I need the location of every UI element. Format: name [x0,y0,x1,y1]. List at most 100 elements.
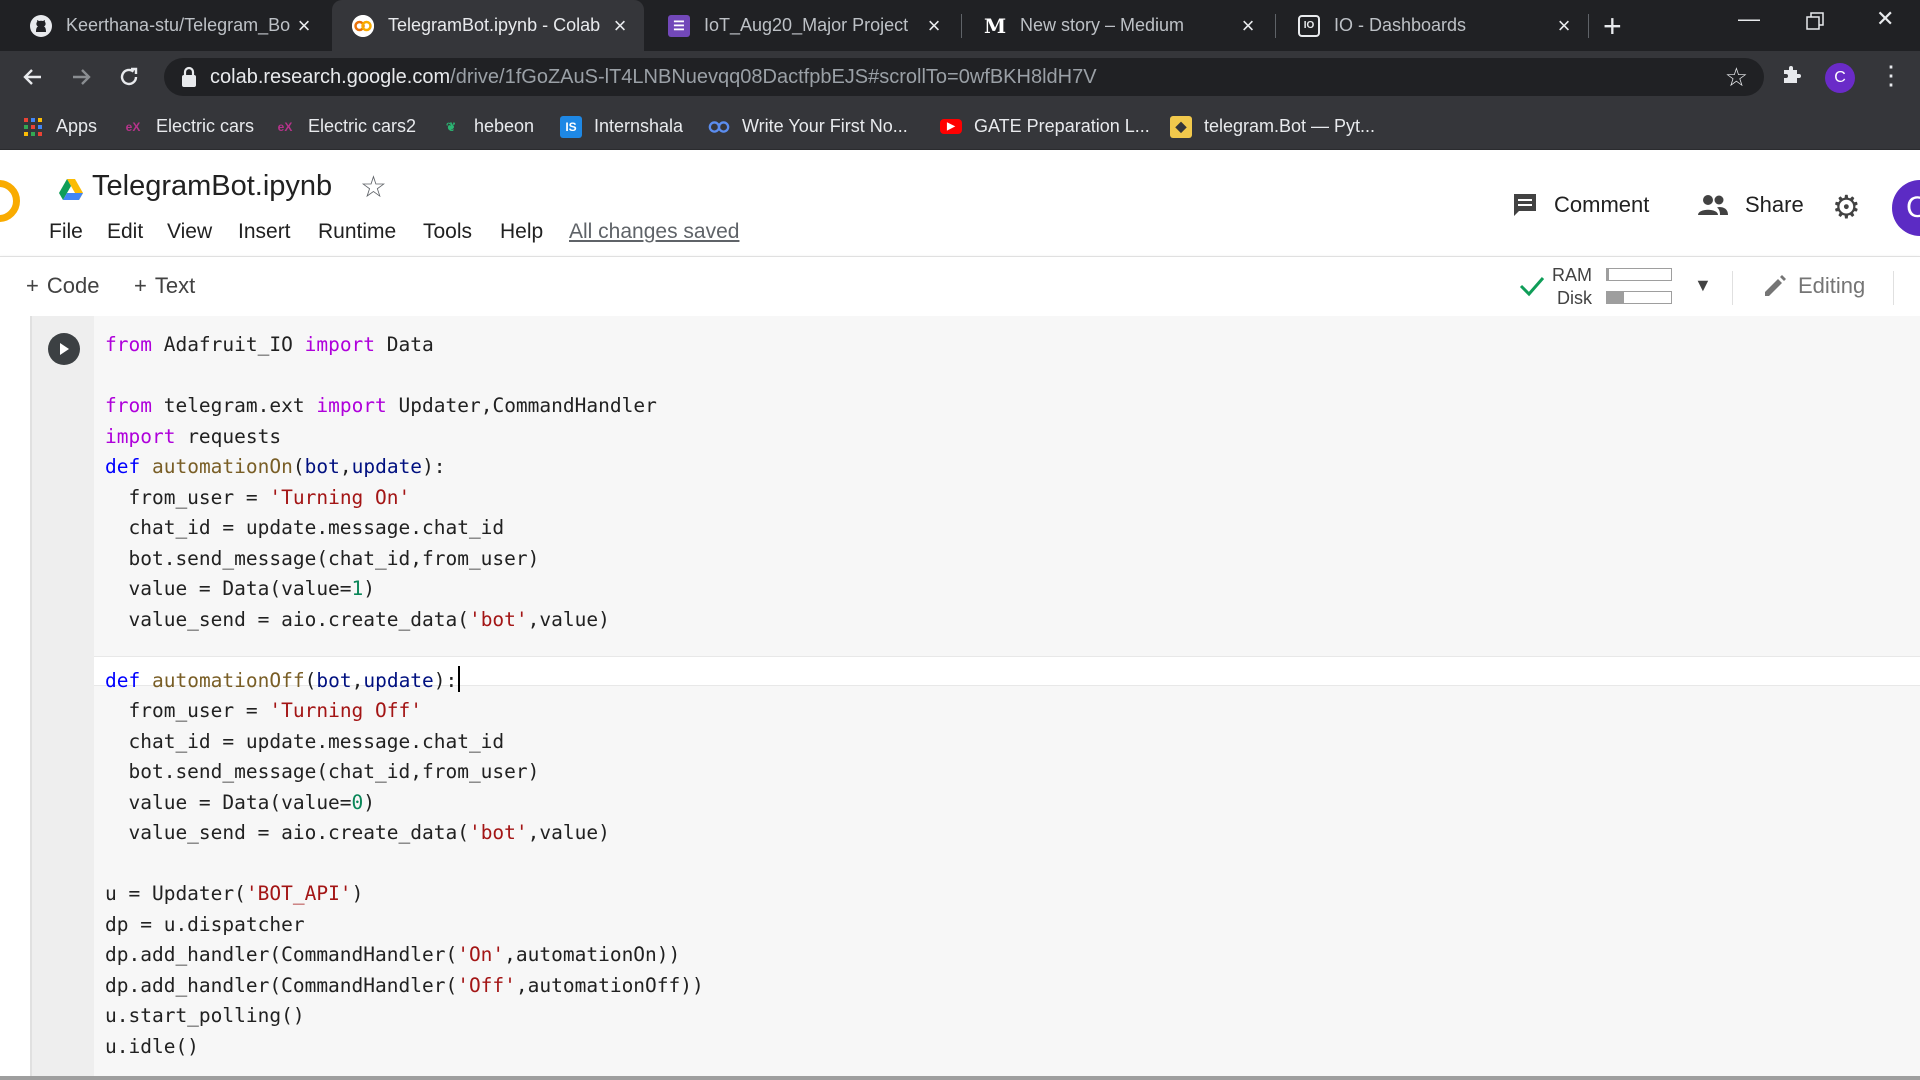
adafruit-io-icon: IO [1298,14,1320,37]
youtube-icon: ▶ [940,119,962,134]
star-notebook-icon[interactable]: ☆ [360,170,387,205]
tab-separator [1588,14,1589,38]
apps-grid-icon [22,116,44,138]
forms-icon: ☰ [668,14,690,37]
bookmark-apps[interactable]: Apps [22,103,97,150]
browser-tab-iot[interactable]: ☰ IoT_Aug20_Major Project × [648,0,958,51]
bookmark-gate-preparation[interactable]: ▶ GATE Preparation L... [940,103,1150,150]
menu-file[interactable]: File [49,220,83,244]
extensions-puzzle-icon[interactable] [1780,62,1804,93]
colab-icon [352,14,374,37]
bookmark-write-first-notebook[interactable]: Write Your First No... [708,103,908,150]
tab-title: IO - Dashboards [1334,15,1467,35]
window-bottom-border [0,1076,1920,1080]
bookmark-star-icon[interactable]: ☆ [1725,62,1748,93]
disk-usage-bar[interactable] [1606,291,1672,304]
divider [1732,271,1733,305]
bookmark-electric-cars2[interactable]: eX Electric cars2 [274,103,416,150]
browser-tab-github[interactable]: Keerthana-stu/Telegram_Bo × [10,0,328,51]
connected-check-icon[interactable] [1518,271,1546,304]
hebeon-icon: ❦ [445,119,457,134]
disk-label: Disk [1557,288,1592,308]
bookmark-electric-cars[interactable]: eX Electric cars [122,103,254,150]
browser-toolbar: colab.research.google.com/drive/1fGoZAuS… [0,51,1920,103]
bookmark-hebeon[interactable]: ❦ hebeon [440,103,534,150]
tab-title: Keerthana-stu/Telegram_Bo [66,15,291,35]
menu-help[interactable]: Help [500,220,543,244]
add-code-label: Code [46,273,100,298]
menu-insert[interactable]: Insert [238,220,291,244]
bookmark-internshala[interactable]: IS Internshala [560,103,683,150]
tab-title: New story – Medium [1020,15,1185,35]
play-icon [57,342,71,356]
internshala-icon: IS [560,115,582,138]
cell-toolbar: + Code + Text RAM Disk ▼ Editing [0,256,1920,316]
browser-profile-avatar[interactable]: C [1825,63,1855,93]
minimize-window-icon[interactable]: — [1738,6,1760,32]
share-label: Share [1745,192,1804,217]
address-bar[interactable]: colab.research.google.com/drive/1fGoZAuS… [164,58,1764,96]
plus-icon: + [134,273,147,298]
medium-icon: M [983,13,1007,38]
bookmark-label: Apps [56,116,98,136]
colab-logo-icon[interactable] [0,180,20,222]
share-button[interactable]: Share [1697,192,1804,218]
resources-dropdown-icon[interactable]: ▼ [1694,275,1712,296]
bookmark-label: Electric cars2 [308,116,417,136]
menu-runtime[interactable]: Runtime [318,220,396,244]
back-arrow-icon[interactable] [16,60,50,94]
new-tab-icon[interactable]: + [1603,8,1622,45]
people-icon [1697,194,1729,216]
restore-window-icon[interactable] [1806,10,1824,36]
run-cell-button[interactable] [48,333,80,365]
bookmarks-bar: Apps eX Electric cars eX Electric cars2 … [0,103,1920,150]
browser-tab-strip: Keerthana-stu/Telegram_Bo × TelegramBot.… [0,0,1920,51]
close-tab-icon[interactable]: × [1236,13,1260,39]
close-tab-icon[interactable]: × [608,13,632,39]
add-text-label: Text [154,273,196,298]
menu-view[interactable]: View [167,220,212,244]
plus-icon: + [26,273,39,298]
add-code-cell-button[interactable]: + Code [26,273,99,299]
editing-mode-button[interactable]: Editing [1762,273,1865,299]
cell-gutter [32,316,94,1080]
colab-icon [708,116,730,138]
add-text-cell-button[interactable]: + Text [134,273,195,299]
browser-tab-colab[interactable]: TelegramBot.ipynb - Colab × [332,0,644,51]
save-status-link[interactable]: All changes saved [569,220,739,244]
disk-usage-fill [1607,292,1625,303]
user-avatar[interactable]: C [1892,180,1920,236]
browser-menu-icon[interactable]: ⋮ [1878,60,1904,91]
bookmark-label: Internshala [594,116,684,136]
edx-icon: eX [125,119,141,134]
comment-icon [1512,192,1538,218]
close-tab-icon[interactable]: × [922,13,946,39]
close-tab-icon[interactable]: × [1552,13,1576,39]
notebook-title[interactable]: TelegramBot.ipynb [92,170,332,203]
close-tab-icon[interactable]: × [292,13,316,39]
reload-icon[interactable] [112,60,146,94]
tab-separator [1275,14,1276,38]
comment-button[interactable]: Comment [1512,192,1649,218]
edx-icon: eX [277,119,293,134]
menu-edit[interactable]: Edit [107,220,143,244]
ram-usage-fill [1607,269,1609,280]
browser-tab-medium[interactable]: M New story – Medium × [964,0,1272,51]
menu-tools[interactable]: Tools [423,220,472,244]
bookmark-label: Electric cars [156,116,255,136]
bookmark-label: telegram.Bot — Pyt... [1204,116,1376,136]
python-icon: ◆ [1170,115,1192,138]
code-text[interactable]: from Adafruit_IO import Data from telegr… [105,330,704,1062]
browser-tab-adafruit[interactable]: IO IO - Dashboards × [1278,0,1588,51]
settings-gear-icon[interactable]: ⚙ [1832,188,1861,226]
lock-icon [180,66,198,88]
google-drive-icon[interactable] [58,178,84,207]
bookmark-telegram-bot[interactable]: ◆ telegram.Bot — Pyt... [1170,103,1375,150]
close-window-icon[interactable]: ✕ [1876,6,1894,32]
bookmark-label: GATE Preparation L... [974,116,1150,136]
tab-title: TelegramBot.ipynb - Colab [388,15,601,35]
editing-label: Editing [1798,273,1866,298]
forward-arrow-icon[interactable] [64,60,98,94]
pencil-icon [1762,273,1788,299]
ram-usage-bar[interactable] [1606,268,1672,281]
